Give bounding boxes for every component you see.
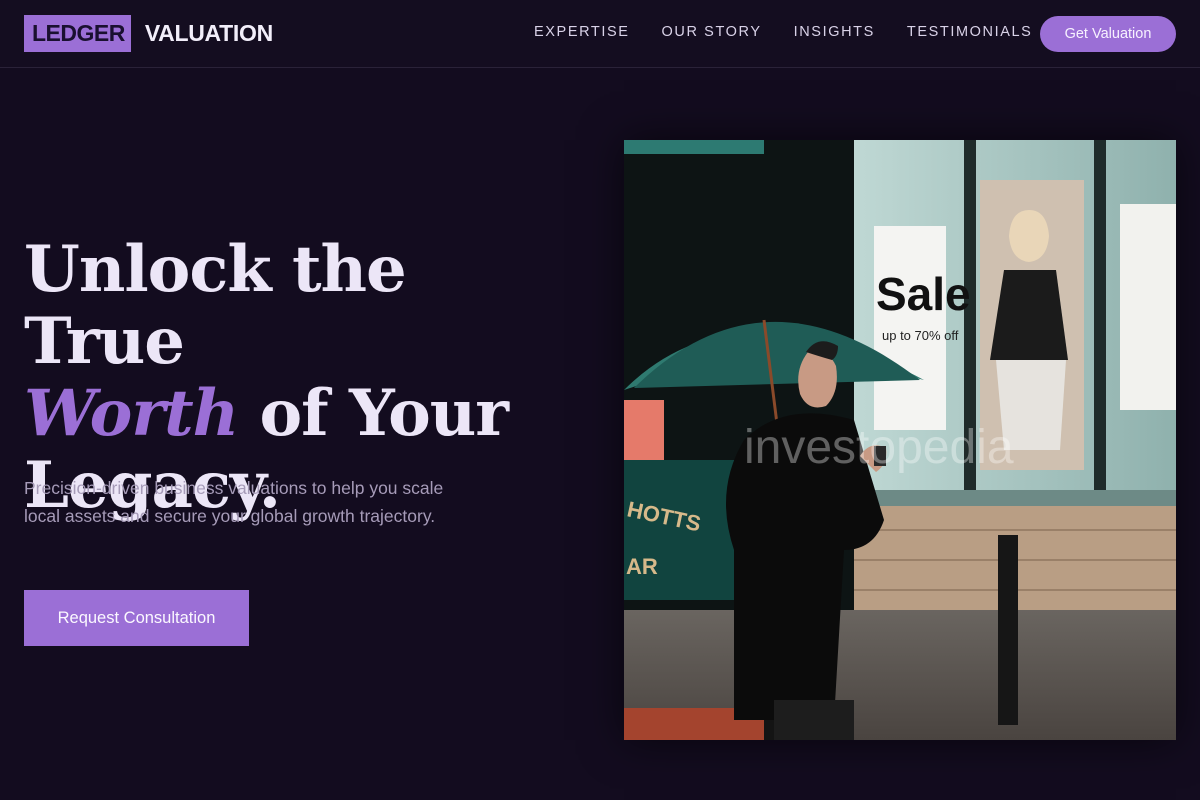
nav-link-testimonials[interactable]: TESTIMONIALS: [907, 24, 1033, 40]
hero-title-line1: Unlock the True: [24, 232, 407, 379]
hero-title-accent: Worth: [24, 376, 239, 451]
navbar: LEDGER VALUATION EXPERTISE OUR STORY INS…: [0, 0, 1200, 68]
nav-links: EXPERTISE OUR STORY INSIGHTS TESTIMONIAL…: [534, 24, 1064, 40]
logo-box-text: LEDGER: [24, 15, 131, 52]
request-consultation-button[interactable]: Request Consultation: [24, 590, 249, 646]
shop-sign-text-2: AR: [626, 554, 658, 579]
logo[interactable]: LEDGER VALUATION: [24, 15, 273, 52]
nav-link-expertise[interactable]: EXPERTISE: [534, 24, 630, 40]
sale-sign-subtext: up to 70% off: [882, 328, 959, 343]
watermark-text: investopedia: [744, 421, 1014, 474]
sale-sign-text: Sale: [876, 268, 971, 320]
get-valuation-button[interactable]: Get Valuation: [1040, 16, 1176, 52]
hero-subtitle: Precision-driven business valuations to …: [24, 478, 444, 526]
hero-photo: Sale up to 70% off HOTTS AR investopedia: [624, 140, 1176, 740]
nav-link-our-story[interactable]: OUR STORY: [662, 24, 762, 40]
hero-title-line2: of Your: [238, 376, 509, 451]
logo-rest-text: VALUATION: [144, 20, 273, 46]
nav-link-insights[interactable]: INSIGHTS: [794, 24, 875, 40]
